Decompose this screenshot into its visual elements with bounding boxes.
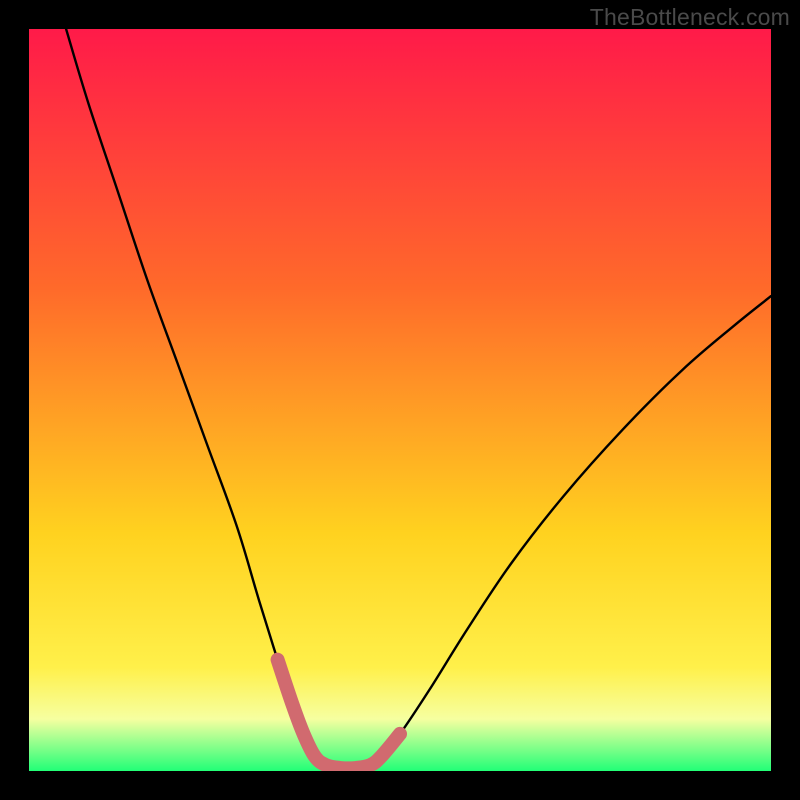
plot-area xyxy=(29,29,771,771)
chart-frame: TheBottleneck.com xyxy=(0,0,800,800)
gradient-background xyxy=(29,29,771,771)
chart-svg xyxy=(29,29,771,771)
watermark-text: TheBottleneck.com xyxy=(590,4,790,31)
